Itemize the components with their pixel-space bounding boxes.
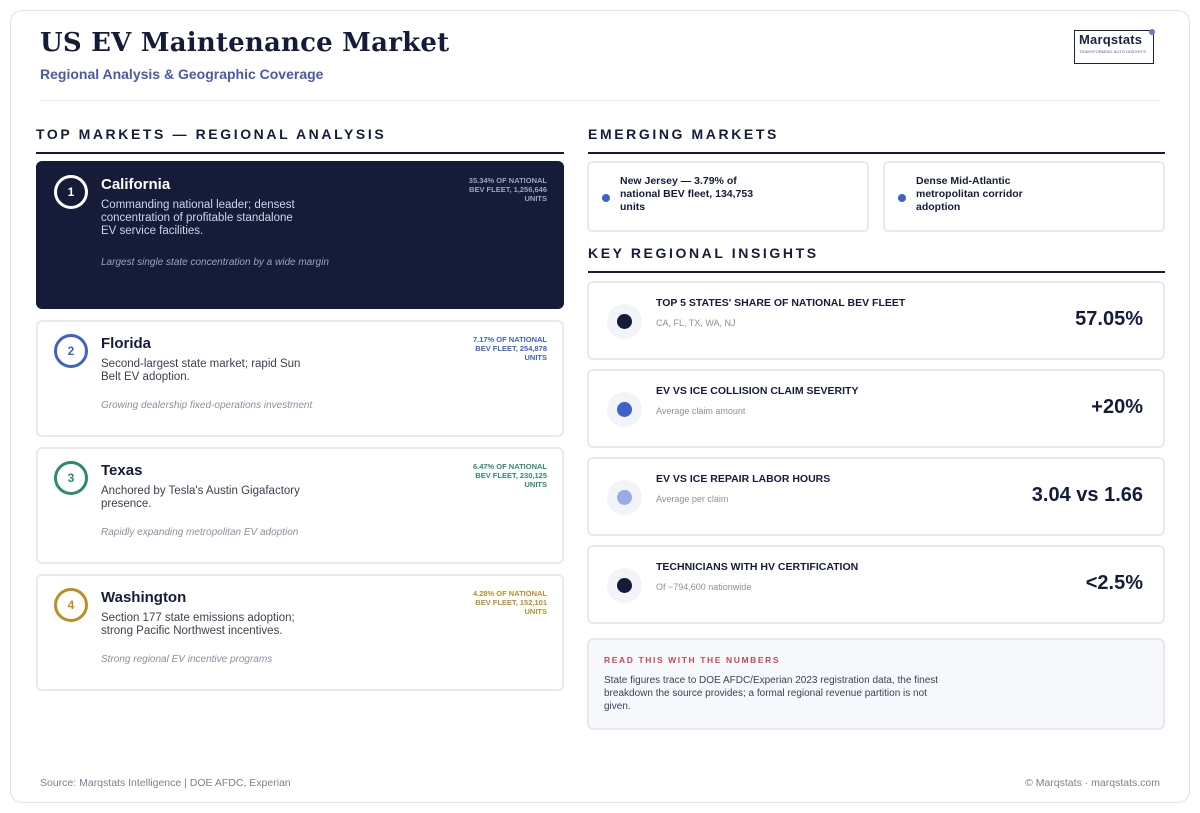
market-share: 4.28% OF NATIONAL BEV FLEET, 152,101 UNI…: [472, 589, 547, 616]
market-card-washington[interactable]: 4 Washington Section 177 state emissions…: [36, 574, 564, 691]
top-markets-heading: TOP MARKETS — REGIONAL ANALYSIS: [36, 126, 387, 142]
market-note: Growing dealership fixed-operations inve…: [101, 400, 313, 411]
market-name: Washington: [101, 589, 187, 606]
insight-subtitle: Average per claim: [656, 494, 729, 504]
market-note: Rapidly expanding metropolitan EV adopti…: [101, 527, 299, 538]
insight-title: TOP 5 STATES' SHARE OF NATIONAL BEV FLEE…: [656, 297, 906, 309]
read-with-numbers-box: READ THIS WITH THE NUMBERS State figures…: [587, 638, 1165, 730]
insight-title: TECHNICIANS WITH HV CERTIFICATION: [656, 561, 859, 573]
emerging-card-new-jersey[interactable]: New Jersey — 3.79% of national BEV fleet…: [587, 161, 869, 232]
insights-rule: [588, 271, 1165, 273]
logo-wordmark: Marqstats: [1079, 32, 1143, 47]
insight-dot-icon: [607, 392, 642, 427]
top-markets-rule: [36, 152, 564, 154]
insight-card-claim-severity[interactable]: EV VS ICE COLLISION CLAIM SEVERITY Avera…: [587, 369, 1165, 448]
insight-card-hv-certification[interactable]: TECHNICIANS WITH HV CERTIFICATION Of ~79…: [587, 545, 1165, 624]
insights-heading: KEY REGIONAL INSIGHTS: [588, 245, 819, 261]
market-note: Largest single state concentration by a …: [101, 257, 329, 268]
insight-value: +20%: [1091, 396, 1143, 418]
emerging-markets-heading: EMERGING MARKETS: [588, 126, 779, 142]
insight-value: 57.05%: [1075, 308, 1143, 330]
rank-badge: 3: [54, 461, 88, 495]
emerging-card-mid-atlantic[interactable]: Dense Mid-Atlantic metropolitan corridor…: [883, 161, 1165, 232]
market-description: Commanding national leader; densest conc…: [101, 199, 295, 237]
insight-subtitle: Average claim amount: [656, 406, 746, 416]
market-card-florida[interactable]: 2 Florida Second-largest state market; r…: [36, 320, 564, 437]
insight-dot-icon: [607, 480, 642, 515]
market-card-california[interactable]: 1 California Commanding national leader;…: [36, 161, 564, 309]
market-name: Texas: [101, 462, 143, 479]
insight-value: 3.04 vs 1.66: [1031, 484, 1143, 506]
insight-title: EV VS ICE REPAIR LABOR HOURS: [656, 473, 831, 485]
market-name: Florida: [101, 335, 152, 352]
footer-source: Source: Marqstats Intelligence | DOE AFD…: [40, 777, 291, 789]
insight-subtitle: CA, FL, TX, WA, NJ: [656, 318, 736, 328]
market-description: Anchored by Tesla's Austin Gigafactory p…: [101, 485, 300, 510]
market-description: Second-largest state market; rapid Sun B…: [101, 358, 301, 383]
market-name: California: [101, 176, 171, 193]
market-description: Section 177 state emissions adoption; st…: [101, 612, 295, 637]
insight-value: <2.5%: [1085, 572, 1143, 594]
emerging-text: Dense Mid-Atlantic metropolitan corridor…: [916, 175, 1023, 213]
brand-logo[interactable]: Marqstats TRANSFORMING AUTO INSIGHTS: [1074, 29, 1155, 64]
rank-badge: 1: [54, 175, 88, 209]
market-share: 35.34% OF NATIONAL BEV FLEET, 1,256,646 …: [468, 176, 547, 203]
market-share: 7.17% OF NATIONAL BEV FLEET, 254,878 UNI…: [472, 335, 547, 362]
page-title: US EV Maintenance Market: [40, 28, 450, 58]
insight-card-top5-share[interactable]: TOP 5 STATES' SHARE OF NATIONAL BEV FLEE…: [587, 281, 1165, 360]
insight-subtitle: Of ~794,600 nationwide: [656, 582, 752, 592]
bullet-dot-icon: [602, 194, 610, 202]
insight-dot-icon: [607, 568, 642, 603]
logo-tagline: TRANSFORMING AUTO INSIGHTS: [1079, 49, 1146, 54]
emerging-markets-rule: [588, 152, 1165, 154]
market-share: 6.47% OF NATIONAL BEV FLEET, 230,125 UNI…: [472, 462, 547, 489]
insight-card-labor-hours[interactable]: EV VS ICE REPAIR LABOR HOURS Average per…: [587, 457, 1165, 536]
market-note: Strong regional EV incentive programs: [101, 654, 273, 665]
insight-title: EV VS ICE COLLISION CLAIM SEVERITY: [656, 385, 859, 397]
emerging-text: New Jersey — 3.79% of national BEV fleet…: [620, 175, 754, 213]
market-card-texas[interactable]: 3 Texas Anchored by Tesla's Austin Gigaf…: [36, 447, 564, 564]
read-box-body: State figures trace to DOE AFDC/Experian…: [604, 675, 939, 712]
logo-dot-icon: [1149, 29, 1155, 35]
rank-badge: 2: [54, 334, 88, 368]
read-box-heading: READ THIS WITH THE NUMBERS: [604, 655, 781, 665]
bullet-dot-icon: [898, 194, 906, 202]
footer-copyright[interactable]: © Marqstats · marqstats.com: [1025, 777, 1160, 789]
header-divider: [40, 100, 1160, 101]
insight-dot-icon: [607, 304, 642, 339]
rank-badge: 4: [54, 588, 88, 622]
page-subtitle: Regional Analysis & Geographic Coverage: [40, 66, 324, 82]
